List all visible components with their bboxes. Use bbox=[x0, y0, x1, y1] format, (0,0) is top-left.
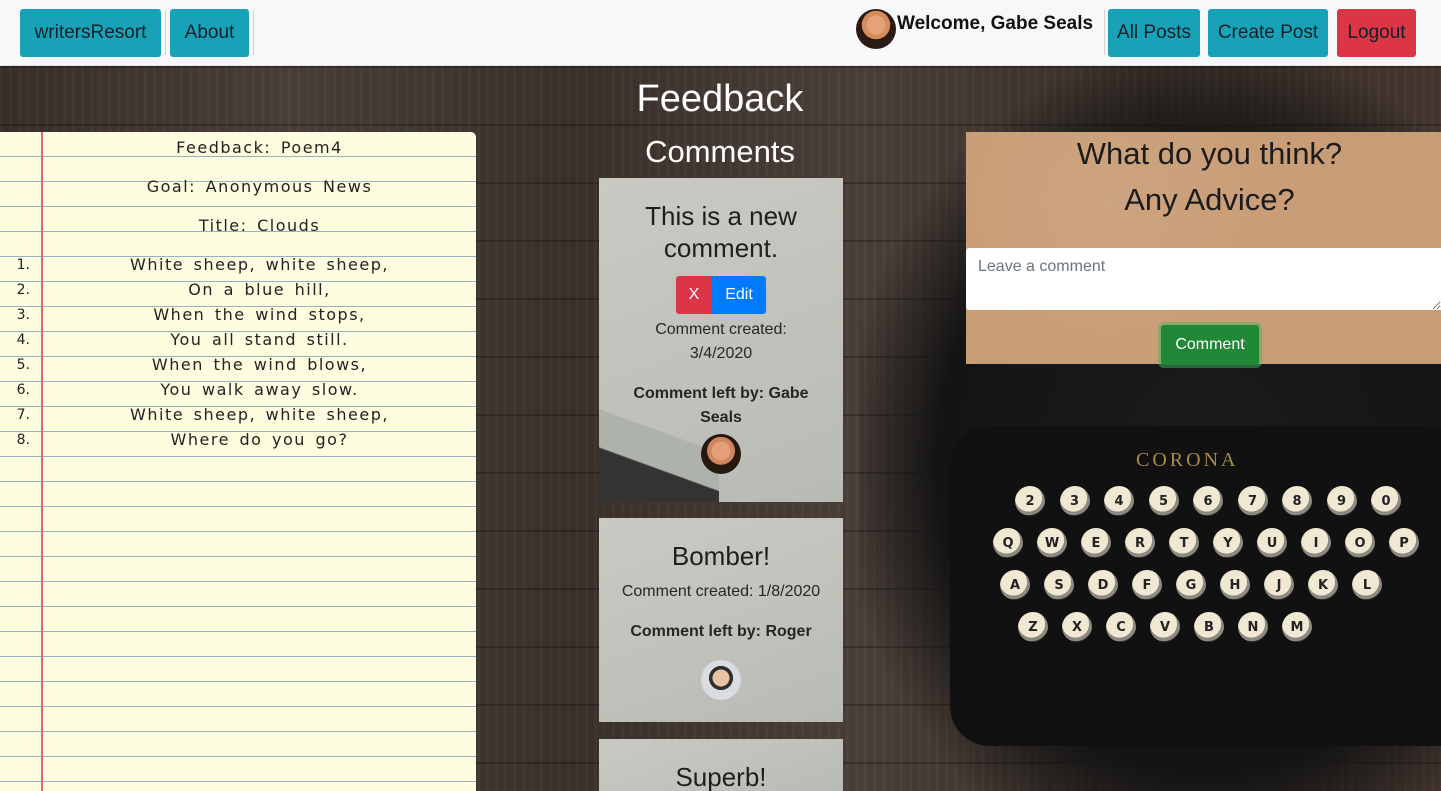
typewriter-key: E bbox=[1081, 528, 1111, 558]
author-avatar bbox=[701, 660, 741, 700]
typewriter-key: C bbox=[1106, 612, 1136, 642]
typewriter-key: P bbox=[1389, 528, 1419, 558]
comment-created: Comment created: 3/4/2020 bbox=[655, 321, 787, 362]
all-posts-button[interactable]: All Posts bbox=[1108, 9, 1200, 57]
typewriter-key: R bbox=[1125, 528, 1155, 558]
nav-divider bbox=[253, 10, 254, 55]
poem-line-number: 2. bbox=[16, 282, 30, 298]
poem-line: White sheep, white sheep, bbox=[130, 255, 389, 274]
goal-label: Goal: Anonymous News bbox=[146, 177, 373, 196]
typewriter-key: Y bbox=[1213, 528, 1243, 558]
advice-question: What do you think? bbox=[1076, 136, 1343, 171]
title-label: Title: Clouds bbox=[198, 216, 321, 235]
poem-line-number: 3. bbox=[16, 307, 30, 323]
comment-author: Comment left by: Roger bbox=[630, 623, 812, 640]
poem-line: On a blue hill, bbox=[188, 280, 331, 299]
poem-line: Where do you go? bbox=[170, 430, 349, 449]
feedback-label: Feedback: Poem4 bbox=[176, 138, 343, 157]
typewriter-key: 5 bbox=[1148, 486, 1179, 516]
comment-author: Comment left by: Gabe Seals bbox=[633, 385, 809, 426]
comment-text: Bomber! bbox=[671, 541, 771, 571]
typewriter-key: X bbox=[1062, 612, 1092, 642]
advice-panel: What do you think? Any Advice? Comment bbox=[966, 132, 1441, 365]
typewriter-key: U bbox=[1257, 528, 1287, 558]
typewriter-key: Q bbox=[993, 528, 1023, 558]
typewriter-key: 4 bbox=[1104, 486, 1134, 516]
typewriter-key: 0 bbox=[1371, 486, 1401, 516]
typewriter-key: A bbox=[1000, 570, 1030, 600]
typewriter-key: W bbox=[1037, 528, 1067, 558]
poem-line: White sheep, white sheep, bbox=[130, 405, 389, 424]
typewriter-key: J bbox=[1264, 570, 1294, 600]
comment-text: Superb! bbox=[675, 762, 767, 791]
typewriter-key: S bbox=[1044, 570, 1074, 600]
typewriter-key: 8 bbox=[1282, 486, 1312, 516]
page-title: Feedback bbox=[636, 78, 804, 120]
submit-comment-button[interactable]: Comment bbox=[1161, 325, 1259, 365]
brand-button[interactable]: writersResort bbox=[20, 9, 161, 57]
poem-line-number: 4. bbox=[16, 332, 30, 348]
poem-line-number: 8. bbox=[16, 432, 30, 448]
typewriter-key: O bbox=[1345, 528, 1375, 558]
poem-line-number: 7. bbox=[16, 407, 30, 423]
typewriter-key: T bbox=[1169, 528, 1199, 558]
comment-text: This is a new comment. bbox=[645, 201, 797, 263]
nav-divider bbox=[1104, 10, 1105, 55]
typewriter-key: F bbox=[1132, 570, 1162, 600]
edit-comment-button[interactable]: Edit bbox=[712, 276, 766, 314]
typewriter-key: 6 bbox=[1193, 486, 1223, 516]
typewriter-key: N bbox=[1238, 612, 1268, 642]
typewriter-brand: CORONA bbox=[1136, 449, 1239, 471]
poem-line: You all stand still. bbox=[170, 330, 349, 349]
welcome-message: Welcome, Gabe Seals bbox=[897, 13, 1094, 34]
nav-divider bbox=[165, 10, 166, 55]
delete-comment-button[interactable]: X bbox=[676, 276, 712, 314]
typewriter-key: 2 bbox=[1015, 486, 1045, 516]
logout-button[interactable]: Logout bbox=[1337, 9, 1416, 57]
about-button[interactable]: About bbox=[170, 9, 249, 57]
typewriter-key: D bbox=[1088, 570, 1118, 600]
create-post-button[interactable]: Create Post bbox=[1208, 9, 1328, 57]
poem-line: You walk away slow. bbox=[160, 380, 359, 399]
comment-created: Comment created: 1/8/2020 bbox=[621, 583, 821, 600]
poem-line-number: 1. bbox=[16, 257, 30, 273]
typewriter-key: M bbox=[1282, 612, 1312, 642]
author-avatar bbox=[701, 434, 741, 474]
typewriter-key: B bbox=[1194, 612, 1224, 642]
typewriter-key: L bbox=[1352, 570, 1382, 600]
typewriter-key: Z bbox=[1018, 612, 1048, 642]
typewriter-key: G bbox=[1176, 570, 1206, 600]
user-avatar bbox=[856, 9, 896, 49]
typewriter-key: 3 bbox=[1059, 486, 1090, 516]
typewriter-key: I bbox=[1301, 528, 1331, 558]
typewriter-key: V bbox=[1150, 612, 1180, 642]
typewriter-key: H bbox=[1220, 570, 1250, 600]
poem-line: When the wind stops, bbox=[153, 305, 366, 324]
top-navbar: writersResort About Welcome, Gabe Seals … bbox=[0, 0, 1441, 66]
advice-subtitle: Any Advice? bbox=[1124, 182, 1295, 217]
typewriter-key: K bbox=[1308, 570, 1338, 600]
comment-card: This is a new comment. X Edit Comment cre… bbox=[599, 178, 843, 502]
poem-line-number: 5. bbox=[16, 357, 30, 373]
poem-line: When the wind blows, bbox=[151, 355, 368, 374]
comment-card: Superb! bbox=[599, 739, 843, 791]
poem-line-number: 6. bbox=[16, 382, 30, 398]
comments-heading: Comments bbox=[645, 134, 795, 169]
comment-card: Bomber! Comment created: 1/8/2020 Commen… bbox=[599, 518, 843, 722]
comment-input[interactable] bbox=[966, 248, 1441, 310]
typewriter-key: 9 bbox=[1326, 486, 1357, 516]
poem-notebook: Feedback: Poem4 Goal: Anonymous News Tit… bbox=[0, 132, 476, 791]
typewriter-key: 7 bbox=[1237, 486, 1268, 516]
